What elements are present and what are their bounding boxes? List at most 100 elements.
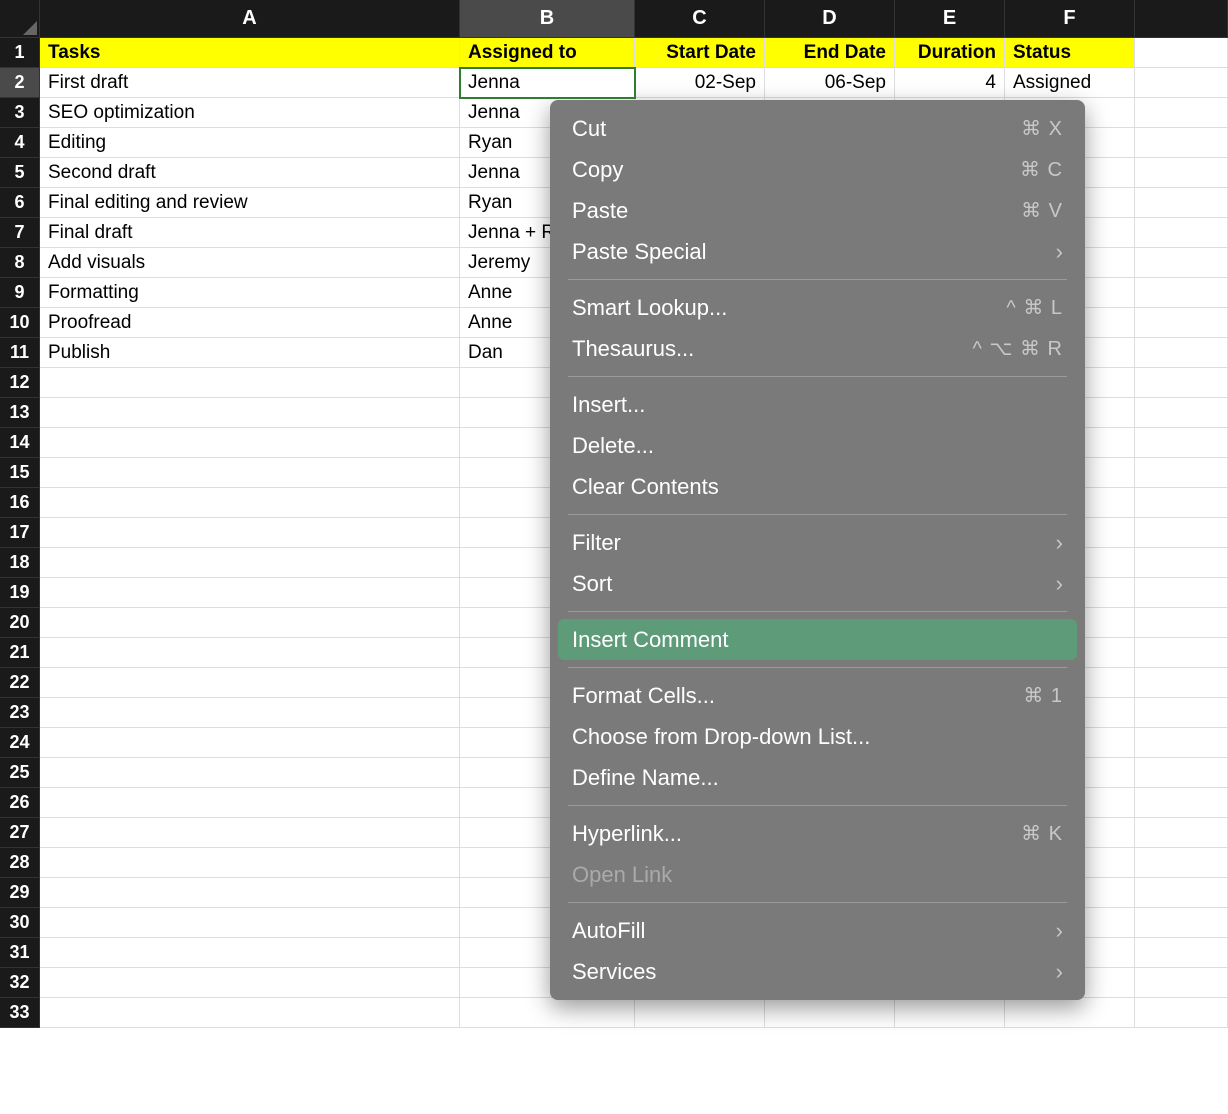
select-all-corner[interactable] [0, 0, 40, 38]
row-header-8[interactable]: 8 [0, 248, 40, 278]
cell-G4[interactable] [1135, 128, 1228, 158]
cell-C2[interactable]: 02-Sep [635, 68, 765, 98]
cell-G31[interactable] [1135, 938, 1228, 968]
cell-G15[interactable] [1135, 458, 1228, 488]
cell-A27[interactable] [40, 818, 460, 848]
row-header-30[interactable]: 30 [0, 908, 40, 938]
cell-A20[interactable] [40, 608, 460, 638]
cell-G1[interactable] [1135, 38, 1228, 68]
row-header-31[interactable]: 31 [0, 938, 40, 968]
cell-G13[interactable] [1135, 398, 1228, 428]
cell-B2[interactable]: Jenna [460, 68, 635, 98]
row-header-5[interactable]: 5 [0, 158, 40, 188]
row-header-2[interactable]: 2 [0, 68, 40, 98]
cell-G20[interactable] [1135, 608, 1228, 638]
cell-G9[interactable] [1135, 278, 1228, 308]
cell-A18[interactable] [40, 548, 460, 578]
cell-D2[interactable]: 06-Sep [765, 68, 895, 98]
row-header-4[interactable]: 4 [0, 128, 40, 158]
row-header-14[interactable]: 14 [0, 428, 40, 458]
col-header-B[interactable]: B [460, 0, 635, 38]
menu-services[interactable]: Services › [550, 951, 1085, 992]
cell-G18[interactable] [1135, 548, 1228, 578]
cell-A17[interactable] [40, 518, 460, 548]
cell-F2[interactable]: Assigned [1005, 68, 1135, 98]
cell-G3[interactable] [1135, 98, 1228, 128]
menu-clear-contents[interactable]: Clear Contents [550, 466, 1085, 507]
cell-G25[interactable] [1135, 758, 1228, 788]
cell-A33[interactable] [40, 998, 460, 1028]
cell-G27[interactable] [1135, 818, 1228, 848]
row-header-17[interactable]: 17 [0, 518, 40, 548]
cell-G6[interactable] [1135, 188, 1228, 218]
cell-E33[interactable] [895, 998, 1005, 1028]
menu-insert-comment[interactable]: Insert Comment [558, 619, 1077, 660]
row-header-28[interactable]: 28 [0, 848, 40, 878]
cell-G21[interactable] [1135, 638, 1228, 668]
cell-G8[interactable] [1135, 248, 1228, 278]
cell-G29[interactable] [1135, 878, 1228, 908]
row-header-21[interactable]: 21 [0, 638, 40, 668]
cell-A10[interactable]: Proofread [40, 308, 460, 338]
cell-C1[interactable]: Start Date [635, 38, 765, 68]
cell-B33[interactable] [460, 998, 635, 1028]
menu-autofill[interactable]: AutoFill › [550, 910, 1085, 951]
cell-A29[interactable] [40, 878, 460, 908]
menu-define-name[interactable]: Define Name... [550, 757, 1085, 798]
row-header-9[interactable]: 9 [0, 278, 40, 308]
cell-G19[interactable] [1135, 578, 1228, 608]
cell-A8[interactable]: Add visuals [40, 248, 460, 278]
cell-A26[interactable] [40, 788, 460, 818]
cell-A13[interactable] [40, 398, 460, 428]
cell-A32[interactable] [40, 968, 460, 998]
cell-G26[interactable] [1135, 788, 1228, 818]
cell-A5[interactable]: Second draft [40, 158, 460, 188]
cell-A1[interactable]: Tasks [40, 38, 460, 68]
cell-A9[interactable]: Formatting [40, 278, 460, 308]
cell-A22[interactable] [40, 668, 460, 698]
row-header-13[interactable]: 13 [0, 398, 40, 428]
cell-A12[interactable] [40, 368, 460, 398]
cell-A4[interactable]: Editing [40, 128, 460, 158]
cell-A15[interactable] [40, 458, 460, 488]
col-header-C[interactable]: C [635, 0, 765, 38]
cell-F33[interactable] [1005, 998, 1135, 1028]
menu-insert[interactable]: Insert... [550, 384, 1085, 425]
menu-sort[interactable]: Sort › [550, 563, 1085, 604]
cell-A6[interactable]: Final editing and review [40, 188, 460, 218]
cell-G22[interactable] [1135, 668, 1228, 698]
cell-D33[interactable] [765, 998, 895, 1028]
cell-A21[interactable] [40, 638, 460, 668]
cell-G16[interactable] [1135, 488, 1228, 518]
cell-G10[interactable] [1135, 308, 1228, 338]
cell-C33[interactable] [635, 998, 765, 1028]
cell-G32[interactable] [1135, 968, 1228, 998]
menu-smart-lookup[interactable]: Smart Lookup... ^ ⌘ L [550, 287, 1085, 328]
row-header-33[interactable]: 33 [0, 998, 40, 1028]
cell-F1[interactable]: Status [1005, 38, 1135, 68]
menu-cut[interactable]: Cut ⌘ X [550, 108, 1085, 149]
menu-paste[interactable]: Paste ⌘ V [550, 190, 1085, 231]
cell-A11[interactable]: Publish [40, 338, 460, 368]
row-header-22[interactable]: 22 [0, 668, 40, 698]
cell-G24[interactable] [1135, 728, 1228, 758]
row-header-6[interactable]: 6 [0, 188, 40, 218]
menu-hyperlink[interactable]: Hyperlink... ⌘ K [550, 813, 1085, 854]
row-header-15[interactable]: 15 [0, 458, 40, 488]
cell-E2[interactable]: 4 [895, 68, 1005, 98]
cell-A30[interactable] [40, 908, 460, 938]
cell-G2[interactable] [1135, 68, 1228, 98]
row-header-19[interactable]: 19 [0, 578, 40, 608]
row-header-24[interactable]: 24 [0, 728, 40, 758]
menu-format-cells[interactable]: Format Cells... ⌘ 1 [550, 675, 1085, 716]
row-header-27[interactable]: 27 [0, 818, 40, 848]
row-header-10[interactable]: 10 [0, 308, 40, 338]
cell-A16[interactable] [40, 488, 460, 518]
menu-delete[interactable]: Delete... [550, 425, 1085, 466]
col-header-D[interactable]: D [765, 0, 895, 38]
row-header-11[interactable]: 11 [0, 338, 40, 368]
col-header-A[interactable]: A [40, 0, 460, 38]
cell-A7[interactable]: Final draft [40, 218, 460, 248]
cell-G14[interactable] [1135, 428, 1228, 458]
cell-G23[interactable] [1135, 698, 1228, 728]
